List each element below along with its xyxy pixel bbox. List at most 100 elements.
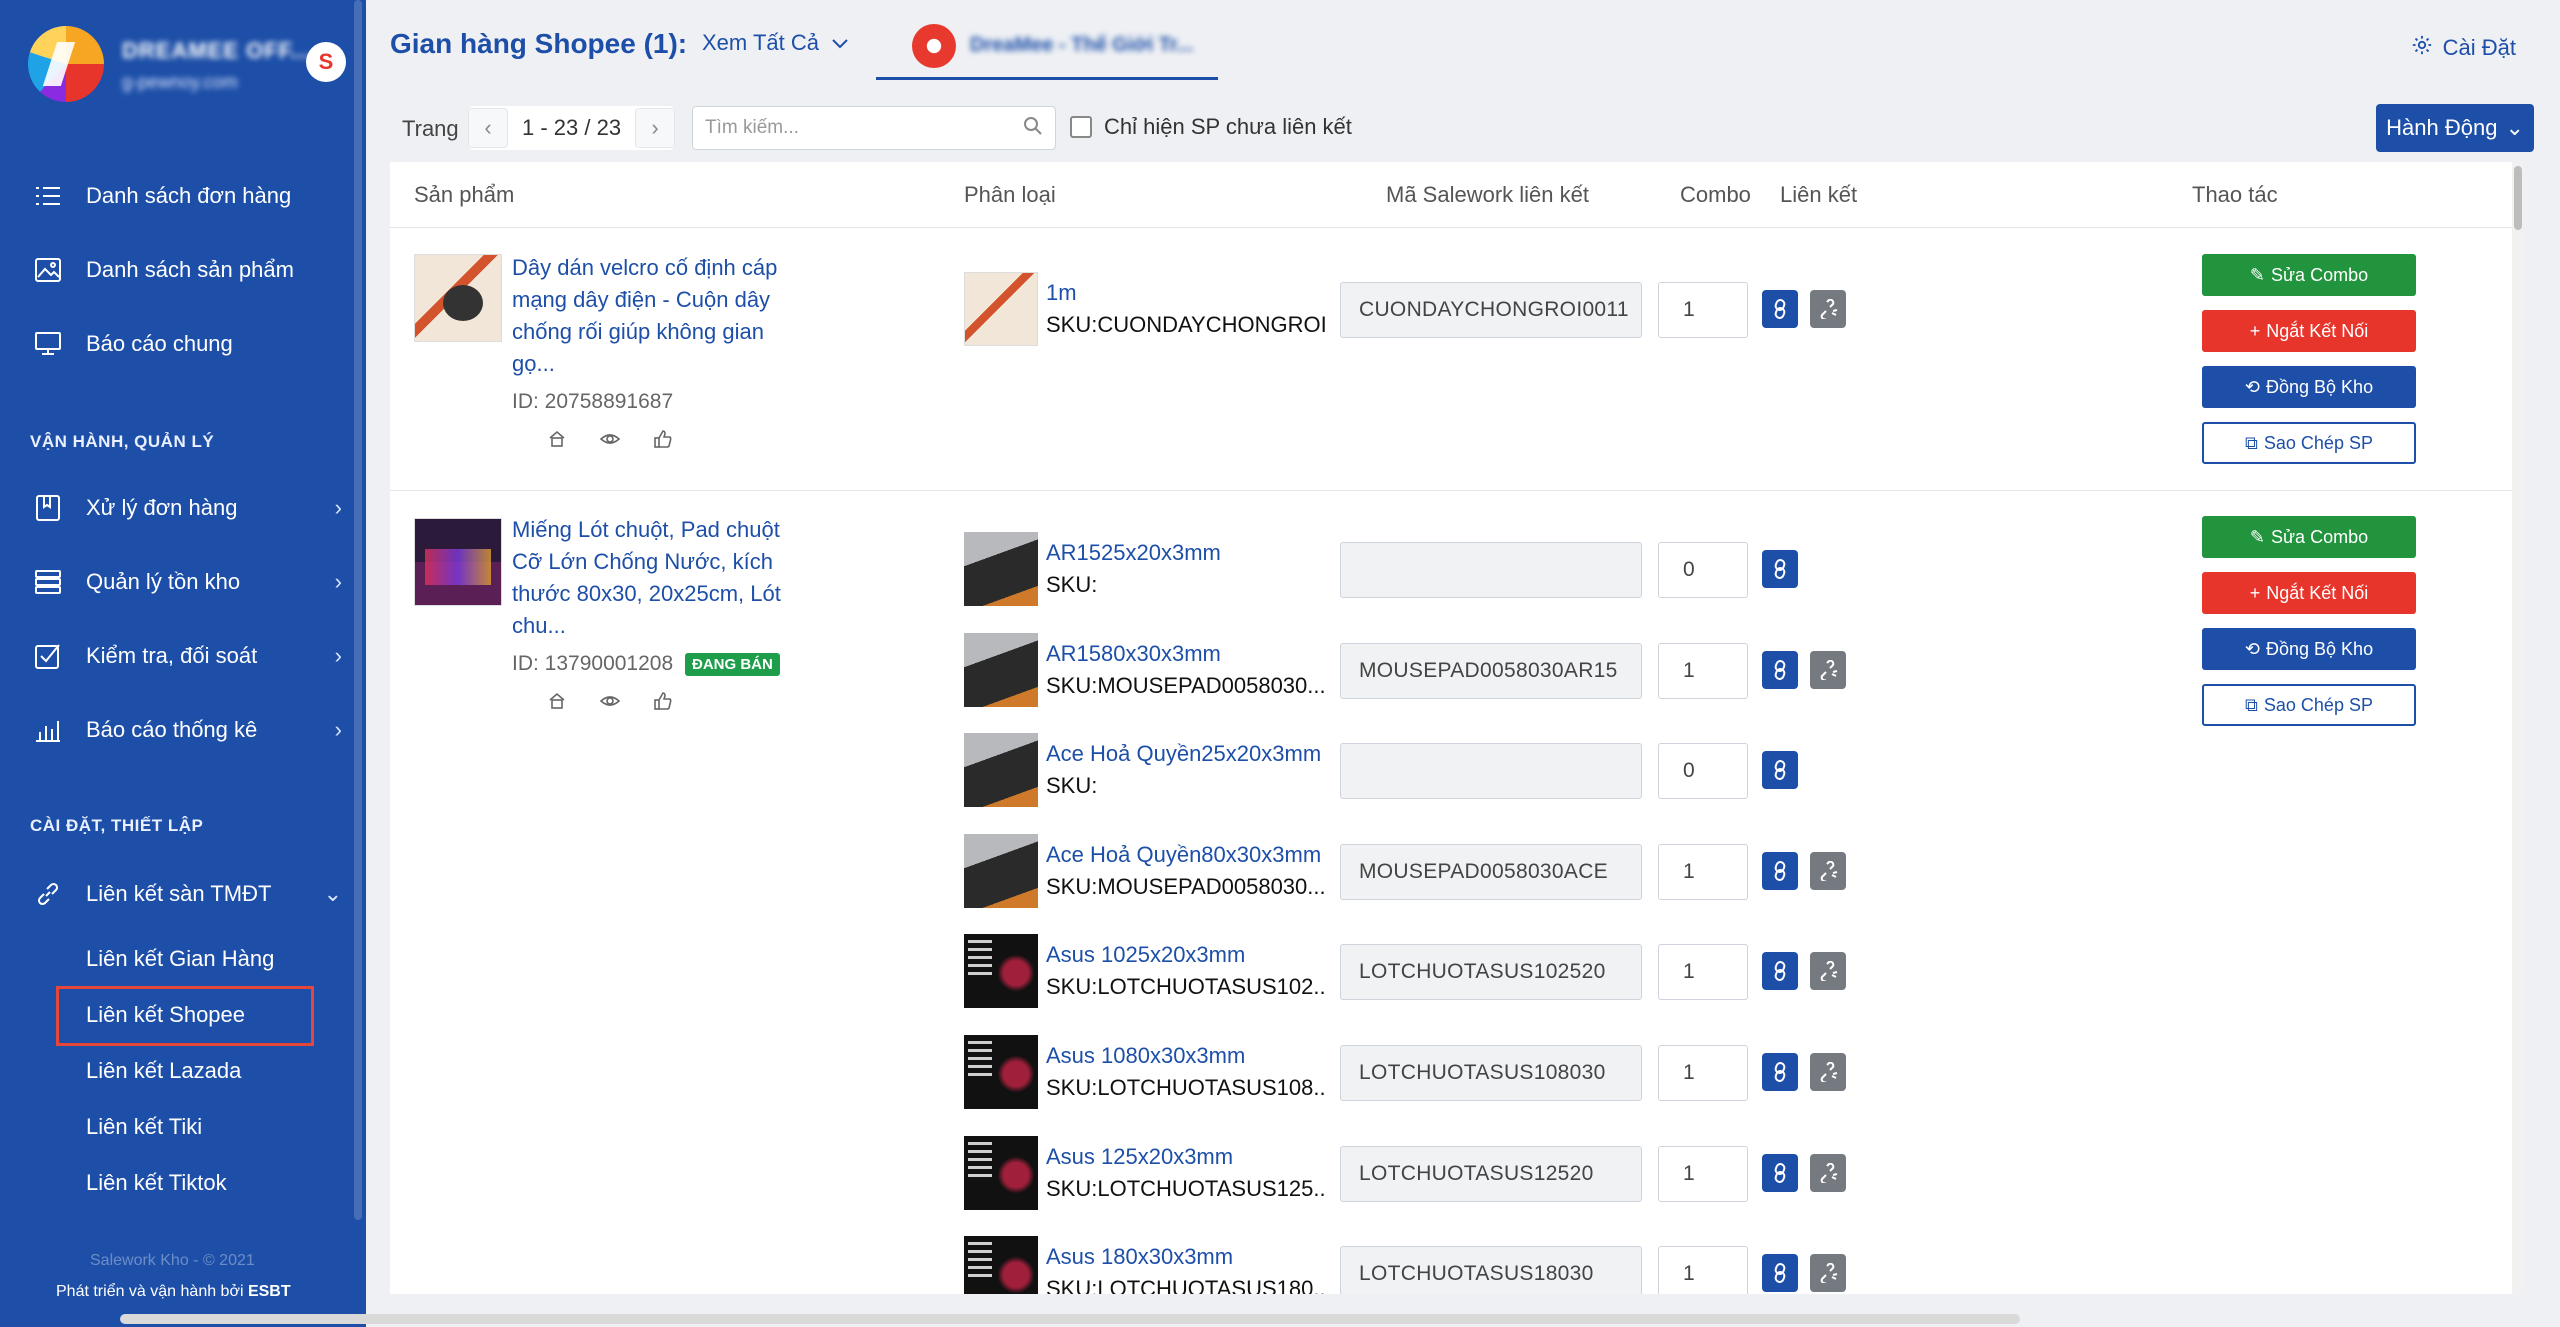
sub-link-tiktok[interactable]: Liên kết Tiktok bbox=[86, 1170, 227, 1196]
unlink-button[interactable] bbox=[1810, 1254, 1846, 1293]
combo-field[interactable]: 0 bbox=[1658, 743, 1748, 800]
vertical-scrollbar[interactable] bbox=[2512, 162, 2524, 1294]
variant-name[interactable]: AR1580x30x3mm bbox=[1046, 641, 1221, 667]
search-input[interactable] bbox=[705, 117, 1023, 139]
view-all-dropdown[interactable]: Xem Tất Cả bbox=[702, 30, 849, 56]
sync-stock-button[interactable]: ⟲ Đồng Bộ Kho bbox=[2202, 366, 2416, 408]
disconnect-button[interactable]: + Ngắt Kết Nối bbox=[2202, 310, 2416, 352]
salework-code-field[interactable] bbox=[1340, 743, 1642, 800]
product-image[interactable] bbox=[414, 254, 502, 342]
profile[interactable]: DREAMEE OFF... g-pewnoy.com S bbox=[28, 26, 358, 106]
next-page-button[interactable]: › bbox=[635, 108, 676, 148]
edit-combo-button[interactable]: ✎ Sửa Combo bbox=[2202, 254, 2416, 296]
sub-link-lazada[interactable]: Liên kết Lazada bbox=[86, 1058, 241, 1084]
unlink-button[interactable] bbox=[1810, 290, 1846, 328]
combo-field[interactable]: 1 bbox=[1658, 1145, 1748, 1202]
unlink-button[interactable] bbox=[1810, 1153, 1846, 1192]
link-button[interactable] bbox=[1762, 1153, 1798, 1192]
salework-code-field[interactable]: MOUSEPAD0058030AR15 bbox=[1340, 642, 1642, 699]
salework-code-field[interactable]: LOTCHUOTASUS12520 bbox=[1340, 1145, 1642, 1202]
unlink-button[interactable] bbox=[1810, 650, 1846, 689]
product-title[interactable]: Miếng Lót chuột, Pad chuột Cỡ Lớn Chống … bbox=[512, 514, 794, 642]
variant-name[interactable]: Asus 1080x30x3mm bbox=[1046, 1043, 1245, 1069]
combo-field[interactable]: 1 bbox=[1658, 1045, 1748, 1101]
thumbs-up-icon[interactable] bbox=[654, 692, 672, 715]
scroll-thumb[interactable] bbox=[2514, 166, 2522, 230]
link-button[interactable] bbox=[1762, 650, 1798, 689]
thumbs-up-icon[interactable] bbox=[654, 430, 672, 453]
sidebar-scrollbar[interactable] bbox=[354, 0, 362, 1220]
sub-link-tiki[interactable]: Liên kết Tiki bbox=[86, 1114, 202, 1140]
salework-code-field[interactable]: LOTCHUOTASUS108030 bbox=[1340, 1045, 1642, 1101]
nav-reconcile[interactable]: Kiểm tra, đối soát › bbox=[32, 636, 342, 676]
nav-inventory[interactable]: Quản lý tồn kho › bbox=[32, 562, 342, 602]
sync-stock-label: Đồng Bộ Kho bbox=[2266, 376, 2374, 397]
link-button[interactable] bbox=[1762, 1254, 1798, 1293]
variant-name[interactable]: Asus 125x20x3mm bbox=[1046, 1144, 1233, 1170]
horizontal-scrollbar[interactable] bbox=[120, 1314, 2020, 1324]
link-button[interactable] bbox=[1762, 1053, 1798, 1091]
link-button[interactable] bbox=[1762, 550, 1798, 588]
eye-icon[interactable] bbox=[599, 430, 621, 453]
salework-code-field[interactable]: MOUSEPAD0058030ACE bbox=[1340, 843, 1642, 900]
nav-statistics[interactable]: Báo cáo thống kê › bbox=[32, 710, 342, 750]
profile-name: DREAMEE OFF... bbox=[122, 38, 313, 63]
link-button[interactable] bbox=[1762, 751, 1798, 790]
combo-field[interactable]: 1 bbox=[1658, 642, 1748, 699]
actions-label: Hành Động bbox=[2386, 115, 2498, 140]
variant-image bbox=[964, 532, 1038, 606]
salework-logo-icon[interactable]: S bbox=[306, 42, 346, 82]
salework-code-field[interactable]: CUONDAYCHONGROI0011 bbox=[1340, 282, 1642, 338]
combo-field[interactable]: 1 bbox=[1658, 1246, 1748, 1294]
link-button[interactable] bbox=[1762, 290, 1798, 328]
variant-image bbox=[964, 1035, 1038, 1109]
variant-name[interactable]: Asus 180x30x3mm bbox=[1046, 1244, 1233, 1270]
link-icon bbox=[32, 880, 64, 908]
store-icon[interactable] bbox=[548, 692, 566, 715]
unlink-button[interactable] bbox=[1810, 1053, 1846, 1091]
nav-process-orders[interactable]: Xử lý đơn hàng › bbox=[32, 488, 342, 528]
combo-field[interactable]: 0 bbox=[1658, 542, 1748, 598]
copy-icon: ⧉ bbox=[2245, 694, 2258, 715]
variant-name[interactable]: Ace Hoả Quyền80x30x3mm bbox=[1046, 842, 1321, 868]
copy-product-button[interactable]: ⧉ Sao Chép SP bbox=[2202, 684, 2416, 726]
variant-name[interactable]: 1m bbox=[1046, 280, 1077, 306]
product-title[interactable]: Dây dán velcro cố định cáp mạng dây điện… bbox=[512, 252, 794, 380]
salework-code-field[interactable]: LOTCHUOTASUS18030 bbox=[1340, 1246, 1642, 1294]
sub-link-store[interactable]: Liên kết Gian Hàng bbox=[86, 946, 274, 972]
search-icon[interactable] bbox=[1023, 116, 1043, 141]
gear-icon bbox=[2411, 34, 2433, 62]
sync-icon: ⟲ bbox=[2244, 638, 2260, 659]
nav-products[interactable]: Danh sách sản phẩm bbox=[32, 250, 342, 290]
variant-name[interactable]: Asus 1025x20x3mm bbox=[1046, 942, 1245, 968]
edit-combo-button[interactable]: ✎ Sửa Combo bbox=[2202, 516, 2416, 558]
unlinked-checkbox[interactable] bbox=[1070, 116, 1092, 138]
combo-field[interactable]: 1 bbox=[1658, 843, 1748, 900]
unlink-button[interactable] bbox=[1810, 952, 1846, 991]
store-icon[interactable] bbox=[548, 430, 566, 453]
nav-marketplace-links[interactable]: Liên kết sàn TMĐT ⌄ bbox=[32, 874, 342, 914]
combo-field[interactable]: 1 bbox=[1658, 944, 1748, 1001]
unlinked-filter[interactable]: Chỉ hiện SP chưa liên kết bbox=[1070, 114, 1352, 140]
disconnect-button[interactable]: + Ngắt Kết Nối bbox=[2202, 572, 2416, 614]
salework-code-field[interactable]: LOTCHUOTASUS102520 bbox=[1340, 944, 1642, 1001]
tab-shop[interactable]: DreaMee - Thế Giới Tr... bbox=[876, 14, 1218, 80]
link-button[interactable] bbox=[1762, 952, 1798, 991]
actions-button[interactable]: Hành Động ⌄ bbox=[2376, 104, 2534, 152]
copy-product-button[interactable]: ⧉ Sao Chép SP bbox=[2202, 422, 2416, 464]
combo-field[interactable]: 1 bbox=[1658, 282, 1748, 338]
sync-stock-button[interactable]: ⟲ Đồng Bộ Kho bbox=[2202, 628, 2416, 670]
prev-page-button[interactable]: ‹ bbox=[468, 108, 508, 148]
link-button[interactable] bbox=[1762, 851, 1798, 890]
nav-orders[interactable]: Danh sách đơn hàng bbox=[32, 176, 342, 216]
eye-icon[interactable] bbox=[599, 692, 621, 715]
unlink-icon bbox=[1820, 961, 1838, 982]
variant-name[interactable]: AR1525x20x3mm bbox=[1046, 540, 1221, 566]
sub-link-shopee[interactable]: Liên kết Shopee bbox=[86, 1002, 245, 1028]
product-image[interactable] bbox=[414, 518, 502, 606]
salework-code-field[interactable] bbox=[1340, 542, 1642, 598]
nav-report[interactable]: Báo cáo chung bbox=[32, 324, 342, 364]
settings-button[interactable]: Cài Đặt bbox=[2411, 34, 2516, 62]
variant-name[interactable]: Ace Hoả Quyền25x20x3mm bbox=[1046, 741, 1321, 767]
unlink-button[interactable] bbox=[1810, 851, 1846, 890]
